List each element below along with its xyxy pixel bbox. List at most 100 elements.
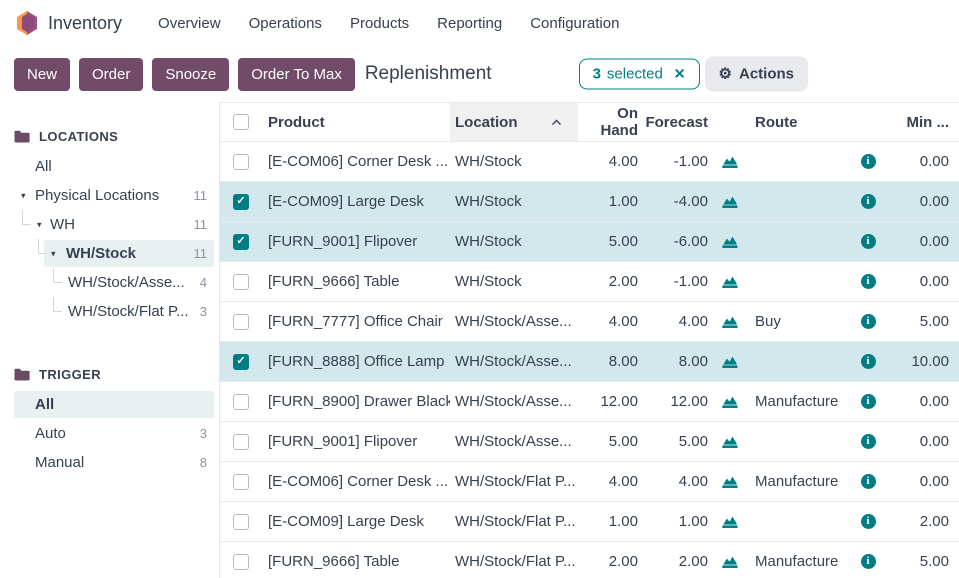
chart-cell [712,474,748,489]
filter-auto[interactable]: Auto3 [0,419,219,448]
info-icon[interactable] [861,514,876,529]
forecast-chart-icon[interactable] [721,354,739,369]
column-header-product[interactable]: Product [262,114,450,131]
column-header-location[interactable]: Location [450,103,578,141]
forecast-cell: 1.00 [642,513,712,530]
info-icon[interactable] [861,354,876,369]
table-row[interactable]: [FURN_8888] Office Lamp WH/Stock/Asse...… [220,342,959,382]
chart-cell [712,434,748,449]
chart-cell [712,194,748,209]
filter-wh-stock-flat-p[interactable]: WH/Stock/Flat P...3 [0,297,219,326]
table-row[interactable]: [FURN_7777] Office Chair WH/Stock/Asse..… [220,302,959,342]
column-header-min[interactable]: Min ... [886,114,959,131]
product-cell[interactable]: [FURN_9666] Table [262,553,450,570]
order-button[interactable]: Order [79,58,143,91]
row-checkbox[interactable] [233,194,249,210]
row-checkbox[interactable] [233,514,249,530]
info-cell [850,394,886,409]
location-cell: WH/Stock [450,233,578,250]
row-checkbox[interactable] [233,434,249,450]
filter-wh[interactable]: ▾WH11 [0,210,219,239]
column-header-route[interactable]: Route [748,114,850,131]
order-to-max-button[interactable]: Order To Max [238,58,355,91]
forecast-chart-icon[interactable] [721,394,739,409]
row-checkbox[interactable] [233,554,249,570]
product-cell[interactable]: [E-COM06] Corner Desk ... [262,153,450,170]
snooze-button[interactable]: Snooze [152,58,229,91]
info-icon[interactable] [861,234,876,249]
table-row[interactable]: [E-COM06] Corner Desk ... WH/Stock 4.00 … [220,142,959,182]
forecast-chart-icon[interactable] [721,474,739,489]
filter-manual[interactable]: Manual8 [0,448,219,477]
filter-physical-locations[interactable]: ▾Physical Locations11 [0,181,219,210]
info-icon[interactable] [861,154,876,169]
product-cell[interactable]: [FURN_7777] Office Chair [262,313,450,330]
product-cell[interactable]: [FURN_8900] Drawer Black [262,393,450,410]
forecast-chart-icon[interactable] [721,274,739,289]
product-cell[interactable]: [FURN_9666] Table [262,273,450,290]
filter-wh-stock[interactable]: ▾WH/Stock11 [0,239,219,268]
column-header-on-hand[interactable]: On Hand [578,105,642,139]
actions-button[interactable]: ⚙ Actions [705,57,808,92]
min-cell: 0.00 [886,393,959,410]
forecast-chart-icon[interactable] [721,514,739,529]
table-header: Product Location On Hand Forecast Route … [220,102,959,142]
filter-wh-stock-asse[interactable]: WH/Stock/Asse...4 [0,268,219,297]
row-checkbox[interactable] [233,354,249,370]
forecast-chart-icon[interactable] [721,234,739,249]
info-icon[interactable] [861,394,876,409]
table-row[interactable]: [E-COM06] Corner Desk ... WH/Stock/Flat … [220,462,959,502]
info-icon[interactable] [861,434,876,449]
app-title[interactable]: Inventory [48,13,122,34]
row-checkbox[interactable] [233,234,249,250]
row-checkbox[interactable] [233,154,249,170]
forecast-chart-icon[interactable] [721,154,739,169]
on-hand-cell: 1.00 [578,513,642,530]
info-icon[interactable] [861,314,876,329]
forecast-chart-icon[interactable] [721,434,739,449]
row-checkbox-cell [220,314,262,330]
table-row[interactable]: [FURN_9666] Table WH/Stock 2.00 -1.00 0.… [220,262,959,302]
table-row[interactable]: [FURN_8900] Drawer Black WH/Stock/Asse..… [220,382,959,422]
nav-item-operations[interactable]: Operations [235,9,336,38]
row-checkbox[interactable] [233,274,249,290]
nav-item-reporting[interactable]: Reporting [423,9,516,38]
chart-cell [712,314,748,329]
forecast-chart-icon[interactable] [721,314,739,329]
nav-item-products[interactable]: Products [336,9,423,38]
column-header-forecast[interactable]: Forecast [642,114,712,131]
forecast-chart-icon[interactable] [721,194,739,209]
filter-all[interactable]: All [0,390,219,419]
product-cell[interactable]: [FURN_9001] Flipover [262,233,450,250]
table-row[interactable]: [FURN_9001] Flipover WH/Stock 5.00 -6.00… [220,222,959,262]
nav-item-overview[interactable]: Overview [144,9,235,38]
row-checkbox-cell [220,554,262,570]
select-all-checkbox[interactable] [233,114,249,130]
table-row[interactable]: [FURN_9001] Flipover WH/Stock/Asse... 5.… [220,422,959,462]
row-checkbox[interactable] [233,474,249,490]
on-hand-cell: 4.00 [578,473,642,490]
table-row[interactable]: [E-COM09] Large Desk WH/Stock/Flat P... … [220,502,959,542]
product-cell[interactable]: [E-COM06] Corner Desk ... [262,473,450,490]
product-cell[interactable]: [E-COM09] Large Desk [262,193,450,210]
info-icon[interactable] [861,554,876,569]
info-icon[interactable] [861,274,876,289]
forecast-chart-icon[interactable] [721,554,739,569]
min-cell: 0.00 [886,273,959,290]
inventory-app-icon[interactable] [16,11,38,35]
folder-icon [14,130,30,143]
row-checkbox[interactable] [233,394,249,410]
info-icon[interactable] [861,474,876,489]
product-cell[interactable]: [E-COM09] Large Desk [262,513,450,530]
table-row[interactable]: [FURN_9666] Table WH/Stock/Flat P... 2.0… [220,542,959,578]
info-icon[interactable] [861,194,876,209]
product-cell[interactable]: [FURN_9001] Flipover [262,433,450,450]
nav-item-configuration[interactable]: Configuration [516,9,633,38]
row-checkbox[interactable] [233,314,249,330]
new-button[interactable]: New [14,58,70,91]
filter-all[interactable]: All [0,152,219,181]
filter-label: Auto [0,425,66,442]
product-cell[interactable]: [FURN_8888] Office Lamp [262,353,450,370]
table-row[interactable]: [E-COM09] Large Desk WH/Stock 1.00 -4.00… [220,182,959,222]
clear-selection-icon[interactable]: ✕ [674,66,686,83]
